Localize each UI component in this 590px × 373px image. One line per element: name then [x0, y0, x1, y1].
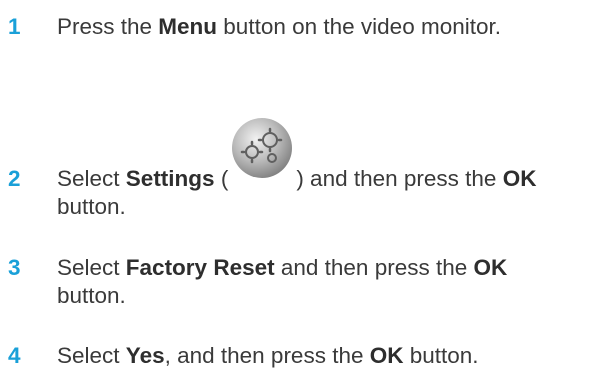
step-number: 2 [8, 166, 21, 191]
instructions-page: 1 Press the Menu button on the video mon… [0, 0, 590, 373]
step-number: 3 [8, 255, 21, 280]
settings-gears-icon [232, 118, 293, 179]
step-text: Select Settings () and then press the O… [57, 118, 577, 221]
step-number: 4 [8, 343, 21, 368]
ok-keyword: OK [473, 255, 508, 280]
step-text: Press the Menu button on the video monit… [57, 14, 501, 39]
menu-keyword: Menu [158, 14, 218, 39]
step-text: Select Yes, and then press the OK button… [57, 343, 479, 368]
step-text: Select Factory Reset and then press the … [57, 255, 508, 308]
step-number: 1 [8, 14, 21, 39]
ok-keyword: OK [369, 343, 404, 368]
factory-reset-keyword: Factory Reset [125, 255, 275, 280]
ok-keyword: OK [502, 166, 537, 191]
yes-keyword: Yes [125, 343, 165, 368]
settings-keyword: Settings [125, 166, 215, 191]
